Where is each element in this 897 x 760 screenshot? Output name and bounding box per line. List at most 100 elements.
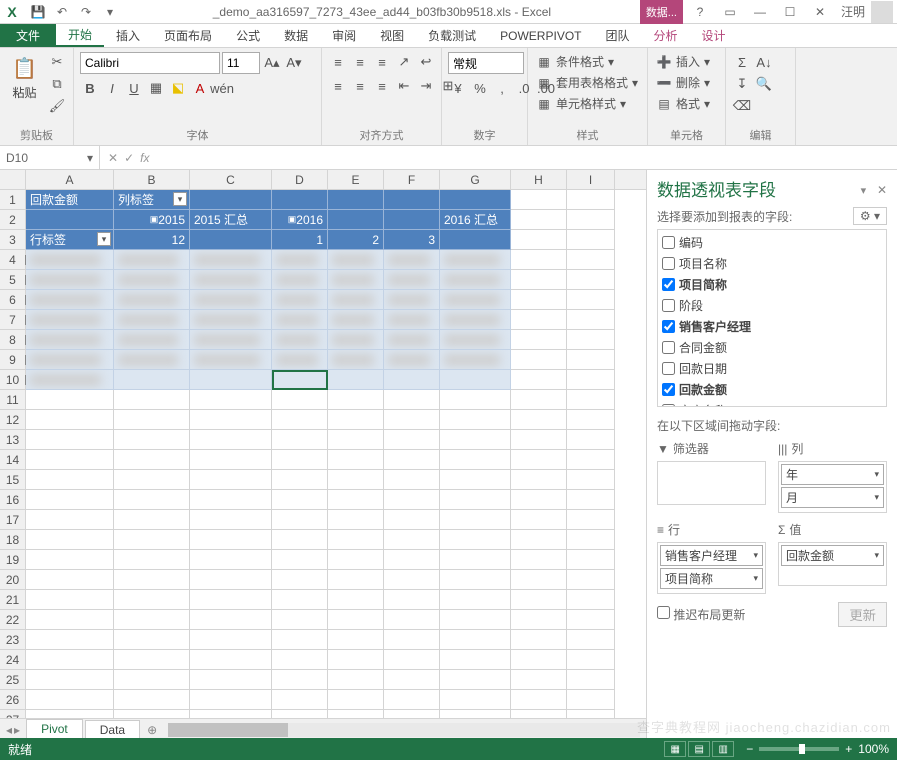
row-header[interactable]: 6+ (0, 290, 26, 310)
row-header[interactable]: 15 (0, 470, 26, 490)
values-area-box[interactable]: 回款金额▾ (778, 542, 887, 586)
col-header-a[interactable]: A (26, 170, 114, 189)
cell[interactable] (114, 650, 190, 670)
tab-page-layout[interactable]: 页面布局 (152, 24, 224, 47)
cell[interactable] (384, 630, 440, 650)
cell[interactable] (26, 450, 114, 470)
cell[interactable] (328, 490, 384, 510)
number-format-combo[interactable] (448, 52, 524, 74)
col-header-h[interactable]: H (511, 170, 567, 189)
qat-customize-icon[interactable]: ▾ (100, 2, 120, 22)
clear-icon[interactable]: ⌫ (732, 96, 752, 116)
tab-analyze[interactable]: 分析 (642, 24, 690, 47)
cell[interactable] (567, 650, 615, 670)
cell[interactable] (384, 590, 440, 610)
cell[interactable] (384, 490, 440, 510)
cell[interactable] (114, 250, 190, 270)
cell[interactable]: 12 (114, 230, 190, 250)
cell[interactable] (190, 490, 272, 510)
filter-dropdown-icon[interactable]: ▾ (97, 232, 111, 246)
cell[interactable] (26, 410, 114, 430)
tab-formulas[interactable]: 公式 (224, 24, 272, 47)
align-left-icon[interactable]: ≡ (328, 76, 348, 96)
cell[interactable] (272, 470, 328, 490)
cell[interactable] (567, 630, 615, 650)
cell[interactable] (511, 250, 567, 270)
cell[interactable] (384, 310, 440, 330)
currency-icon[interactable]: ¥ (448, 78, 468, 98)
sheet-nav-first-icon[interactable]: ◂ (6, 723, 12, 737)
zoom-level[interactable]: 100% (858, 742, 889, 756)
cell[interactable] (272, 610, 328, 630)
task-pane-close-icon[interactable]: ✕ (877, 183, 887, 197)
cell[interactable] (328, 270, 384, 290)
cell[interactable] (26, 710, 114, 718)
cell[interactable] (26, 270, 114, 290)
cell[interactable] (567, 250, 615, 270)
cell[interactable] (114, 330, 190, 350)
cell[interactable] (26, 350, 114, 370)
cell[interactable] (328, 590, 384, 610)
cell[interactable] (440, 510, 511, 530)
cell[interactable] (567, 590, 615, 610)
cell[interactable] (190, 410, 272, 430)
cell[interactable] (26, 430, 114, 450)
row-header[interactable]: 5+ (0, 270, 26, 290)
cell[interactable] (26, 570, 114, 590)
cell[interactable] (440, 670, 511, 690)
cell[interactable] (511, 450, 567, 470)
row-header[interactable]: 16 (0, 490, 26, 510)
cell[interactable] (328, 630, 384, 650)
cell[interactable] (511, 270, 567, 290)
cell[interactable] (440, 550, 511, 570)
zoom-out-icon[interactable]: − (746, 742, 753, 756)
field-checkbox[interactable] (662, 362, 675, 375)
cell[interactable] (272, 510, 328, 530)
area-field-item[interactable]: 月▾ (781, 487, 884, 508)
cell[interactable] (567, 310, 615, 330)
row-header[interactable]: 17 (0, 510, 26, 530)
cell[interactable] (511, 550, 567, 570)
ribbon-options-icon[interactable]: ▭ (715, 0, 745, 24)
row-header[interactable]: 19 (0, 550, 26, 570)
cell[interactable] (26, 310, 114, 330)
cell[interactable] (567, 270, 615, 290)
grid-body[interactable]: 1回款金额列标签▾2▣ 20152015 汇总▣ 20162016 汇总3行标签… (0, 190, 646, 718)
cell[interactable] (384, 370, 440, 390)
cell[interactable] (26, 490, 114, 510)
cell[interactable] (272, 310, 328, 330)
cell[interactable] (114, 570, 190, 590)
cell[interactable] (567, 570, 615, 590)
cell[interactable] (272, 530, 328, 550)
cell[interactable] (190, 450, 272, 470)
cell[interactable] (190, 330, 272, 350)
comma-icon[interactable]: , (492, 78, 512, 98)
cell[interactable] (567, 370, 615, 390)
row-header[interactable]: 24 (0, 650, 26, 670)
cell[interactable] (26, 250, 114, 270)
cell[interactable] (190, 190, 272, 210)
cell[interactable] (114, 390, 190, 410)
row-header[interactable]: 20 (0, 570, 26, 590)
cell[interactable] (114, 630, 190, 650)
field-item[interactable]: 阶段 (662, 295, 882, 316)
cell[interactable] (328, 190, 384, 210)
cell[interactable] (511, 370, 567, 390)
cell[interactable] (272, 590, 328, 610)
tab-powerpivot[interactable]: POWERPIVOT (488, 24, 593, 47)
user-avatar[interactable] (871, 1, 893, 23)
tab-load-test[interactable]: 负载测试 (416, 24, 488, 47)
format-cells-button[interactable]: ▤格式▾ (654, 94, 712, 113)
h-scroll-thumb[interactable] (168, 723, 288, 737)
cell[interactable] (190, 610, 272, 630)
field-item[interactable]: 销售客户经理 (662, 316, 882, 337)
wrap-text-icon[interactable]: ↩ (416, 52, 436, 72)
area-field-item[interactable]: 销售客户经理▾ (660, 545, 763, 566)
area-field-item[interactable]: 项目简称▾ (660, 568, 763, 589)
phonetic-icon[interactable]: wén (212, 78, 232, 98)
cell[interactable] (190, 650, 272, 670)
cell[interactable] (511, 690, 567, 710)
col-header-c[interactable]: C (190, 170, 272, 189)
cell[interactable] (567, 610, 615, 630)
cell[interactable] (114, 470, 190, 490)
